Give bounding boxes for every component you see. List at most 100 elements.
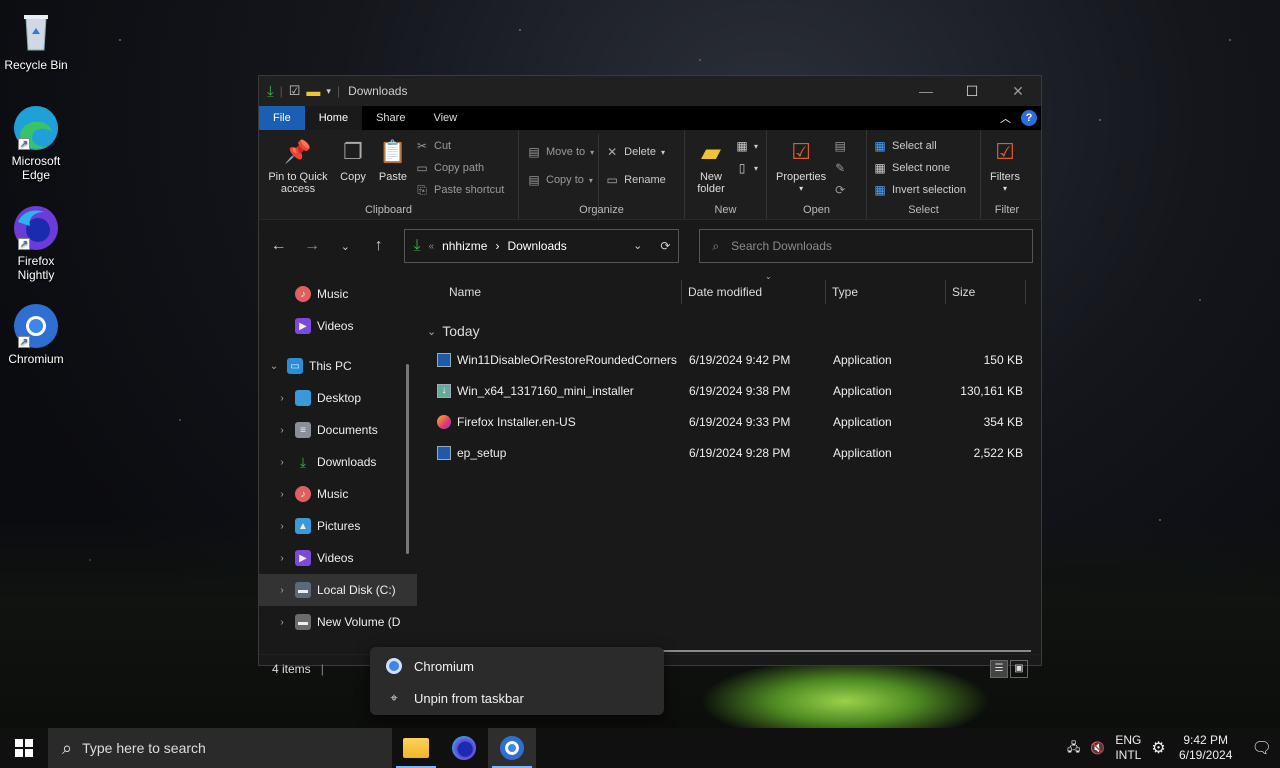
start-button[interactable]	[0, 728, 48, 768]
select-none-button[interactable]: ▦ Select none	[873, 158, 966, 178]
move-to-button[interactable]: ▤ Move to ▾	[527, 142, 594, 162]
open-button[interactable]: ▤	[833, 136, 847, 156]
cut-button[interactable]: ✂ Cut	[415, 136, 504, 156]
details-view-icon[interactable]: ☰	[990, 659, 1008, 678]
drive-icon: ▬	[295, 614, 311, 630]
easy-access-button[interactable]: ▯ ▾	[735, 158, 758, 178]
taskbar-firefox[interactable]	[440, 728, 488, 768]
file-row[interactable]: Win11DisableOrRestoreRoundedCorners 6/19…	[427, 344, 1041, 375]
navigation-pane: ♪ Music ▶ Videos ⌄ ▭ This PC › Desktop ›…	[259, 272, 417, 654]
address-history-chevron-icon[interactable]: ⌄	[633, 239, 642, 253]
copy-path-button[interactable]: ▭ Copy path	[415, 158, 504, 178]
desktop-icon-chromium[interactable]: ↗ Chromium	[4, 302, 68, 366]
search-box[interactable]: ⌕ Search Downloads	[699, 229, 1033, 263]
file-explorer-window: ⤓ | ☑ ▬ ▾ | Downloads — ☐ ✕ File Home Sh…	[258, 75, 1042, 678]
close-button[interactable]: ✕	[995, 76, 1041, 106]
tab-share[interactable]: Share	[362, 106, 419, 130]
nav-item-quick-music[interactable]: ♪ Music	[259, 278, 417, 310]
column-size[interactable]: Size	[945, 280, 1025, 304]
new-item-icon: ▦	[736, 139, 748, 153]
nav-scrollbar[interactable]	[406, 364, 409, 554]
nav-item-new-volume[interactable]: › ▬ New Volume (D	[259, 606, 417, 638]
input-language[interactable]: ENG INTL	[1115, 733, 1141, 763]
group-label-new: New	[714, 204, 737, 216]
easy-access-icon: ▯	[738, 161, 746, 175]
installer-icon: ↓	[437, 383, 451, 398]
nav-item-quick-videos[interactable]: ▶ Videos	[259, 310, 417, 342]
nav-item-videos[interactable]: › ▶ Videos	[259, 542, 417, 574]
nav-item-pictures[interactable]: › ▲ Pictures	[259, 510, 417, 542]
paste-shortcut-button[interactable]: ⎘ Paste shortcut	[415, 180, 504, 200]
column-type[interactable]: Type	[825, 280, 945, 304]
settings-gear-icon[interactable]: ⚙	[1151, 738, 1165, 758]
new-item-button[interactable]: ▦ ▾	[735, 136, 758, 156]
file-row[interactable]: ↓ Win_x64_1317160_mini_installer 6/19/202…	[427, 375, 1041, 406]
help-icon[interactable]: ?	[1021, 110, 1037, 126]
refresh-icon[interactable]: ⟳	[660, 239, 670, 253]
copy-to-button[interactable]: ▤ Copy to ▾	[527, 170, 594, 190]
clock[interactable]: 9:42 PM 6/19/2024	[1176, 733, 1236, 763]
nav-item-music[interactable]: › ♪ Music	[259, 478, 417, 510]
menu-item-unpin[interactable]: ⌖ Unpin from taskbar	[370, 682, 664, 714]
properties-quick-icon[interactable]: ☑	[289, 83, 301, 99]
rename-button[interactable]: ▭ Rename	[605, 170, 665, 190]
select-none-icon: ▦	[874, 161, 886, 175]
delete-button[interactable]: ✕ Delete ▾	[605, 142, 666, 162]
breadcrumb-user[interactable]: nhhizme	[442, 239, 487, 253]
address-bar[interactable]: ⤓ « nhhizme › Downloads ⌄ ⟳	[404, 229, 680, 263]
title-bar: ⤓ | ☑ ▬ ▾ | Downloads — ☐ ✕	[259, 76, 1041, 106]
desktop-icon-firefox-nightly[interactable]: ↗ Firefox Nightly	[4, 204, 68, 282]
desktop-icon-label: Microsoft Edge	[11, 154, 61, 182]
group-label-organize: Organize	[579, 204, 624, 216]
breadcrumb-separator: ›	[495, 239, 500, 253]
file-explorer-icon	[403, 738, 429, 758]
item-count: 4 items	[272, 661, 311, 676]
group-label-open: Open	[803, 204, 830, 216]
volume-muted-icon[interactable]: 🔇	[1090, 741, 1105, 755]
tab-home[interactable]: Home	[304, 106, 363, 130]
network-icon[interactable]: 🖧	[1067, 738, 1080, 759]
customize-chevron-icon[interactable]: ▾	[326, 86, 331, 97]
tab-view[interactable]: View	[419, 106, 471, 130]
up-arrow-icon[interactable]: ↑	[367, 237, 390, 255]
nav-item-documents[interactable]: › ≡ Documents	[259, 414, 417, 446]
firefox-icon	[437, 414, 451, 429]
back-arrow-icon[interactable]: ←	[267, 237, 290, 255]
downloads-icon: ⤓	[299, 453, 307, 470]
ribbon: 📌 Pin to Quick access ❐ Copy 📋 Paste ✂ Cu…	[259, 130, 1041, 220]
nav-item-this-pc[interactable]: ⌄ ▭ This PC	[259, 350, 417, 382]
breadcrumb-downloads[interactable]: Downloads	[507, 239, 566, 253]
column-date-modified[interactable]: Date modified	[681, 280, 825, 304]
file-row[interactable]: ep_setup 6/19/2024 9:28 PM Application 2…	[427, 437, 1041, 468]
minimize-button[interactable]: —	[903, 76, 949, 106]
column-name[interactable]: Name	[427, 280, 681, 304]
collapse-ribbon-icon[interactable]: ︿	[1000, 110, 1011, 126]
edit-button[interactable]: ✎	[833, 158, 847, 178]
chromium-icon	[500, 736, 524, 760]
nav-item-desktop[interactable]: › Desktop	[259, 382, 417, 414]
collapsed-chevron-icon: ›	[280, 488, 284, 500]
history-button[interactable]: ⟳	[833, 180, 847, 200]
firefox-nightly-icon	[452, 736, 476, 760]
nav-item-local-disk[interactable]: › ▬ Local Disk (C:)	[259, 574, 417, 606]
nav-item-downloads[interactable]: › ⤓ Downloads	[259, 446, 417, 478]
taskbar-chromium[interactable]	[488, 728, 536, 768]
large-icons-view-icon[interactable]: ▣	[1010, 659, 1028, 678]
maximize-button[interactable]: ☐	[949, 76, 995, 106]
forward-arrow-icon[interactable]: →	[300, 237, 323, 255]
taskbar-search-box[interactable]: ⌕ Type here to search	[48, 728, 392, 768]
recent-locations-chevron-icon[interactable]: ⌄	[334, 240, 357, 253]
invert-selection-button[interactable]: ▦ Invert selection	[873, 180, 966, 200]
new-folder-quick-icon[interactable]: ▬	[306, 83, 320, 99]
desktop-icon-recycle-bin[interactable]: Recycle Bin	[4, 8, 68, 72]
menu-item-chromium[interactable]: Chromium	[370, 650, 664, 682]
file-row[interactable]: Firefox Installer.en-US 6/19/2024 9:33 P…	[427, 406, 1041, 437]
open-icon: ▤	[834, 139, 846, 153]
desktop-icon-edge[interactable]: ↗ Microsoft Edge	[4, 104, 68, 182]
taskbar-file-explorer[interactable]	[392, 728, 440, 768]
group-header-today[interactable]: ⌄ Today	[427, 320, 1041, 342]
select-all-button[interactable]: ▦ Select all	[873, 136, 966, 156]
notification-center-icon[interactable]: 🗨	[1252, 738, 1272, 758]
tab-file[interactable]: File	[259, 106, 305, 130]
rename-icon: ▭	[606, 173, 618, 187]
